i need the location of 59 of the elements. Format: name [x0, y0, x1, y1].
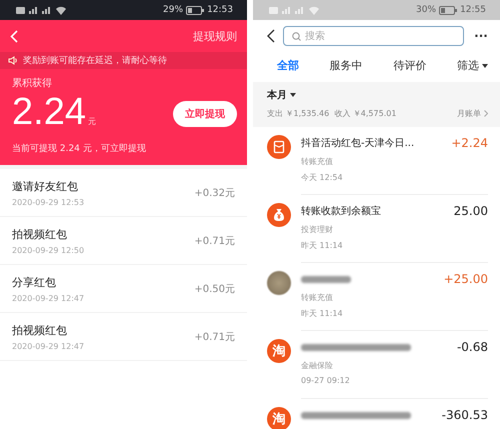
caret-icon — [482, 64, 488, 68]
search-icon — [292, 32, 301, 40]
filter-tab[interactable]: 待评价 — [393, 58, 426, 73]
record-amount: +0.50元 — [194, 283, 235, 296]
shop-icon: 淘 — [267, 339, 291, 363]
battery-level: 30% — [416, 5, 436, 15]
bill-time: 昨天 11:14 — [301, 308, 344, 319]
record-title: 邀请好友红包 — [12, 179, 79, 194]
battery-level: 29% — [163, 5, 184, 15]
record-time: 2020-09-29 12:50 — [12, 246, 84, 255]
shop-icon: 淘 — [267, 407, 291, 429]
battery-icon — [186, 6, 204, 14]
chevron-right-icon — [484, 110, 488, 117]
bill-category: 投资理财 — [301, 224, 334, 235]
bill-title: 抖音活动红包-天津今日... — [301, 136, 414, 150]
back-icon[interactable] — [267, 29, 275, 43]
bill-time: 09-27 09:12 — [301, 376, 351, 385]
record-time: 2020-09-29 12:47 — [12, 294, 84, 303]
record-amount: +0.32元 — [194, 187, 235, 200]
month-label[interactable]: 本月 — [267, 88, 287, 102]
filter-dropdown[interactable]: 筛选 — [456, 58, 488, 73]
bill-time: 昨天 11:14 — [301, 240, 344, 251]
record-amount: +0.71元 — [194, 331, 235, 344]
record-time: 2020-09-29 12:53 — [12, 198, 84, 207]
bill-time: 今天 12:54 — [301, 172, 344, 183]
notice-text: 奖励到账可能存在延迟，请耐心等待 — [23, 54, 167, 67]
filter-tab[interactable]: 服务中 — [330, 58, 363, 73]
envelope-icon — [267, 135, 291, 159]
total-label: 累积获得 — [12, 76, 53, 90]
signal-icons — [16, 6, 68, 14]
record-title: 分享红包 — [12, 275, 57, 290]
more-button[interactable]: ··· — [472, 29, 490, 43]
currency-unit: 元 — [88, 116, 96, 127]
bill-amount: -0.68 — [456, 340, 488, 354]
filter-tab[interactable]: 全部 — [277, 58, 299, 73]
money-bag-icon — [267, 203, 291, 227]
battery-icon — [439, 6, 458, 14]
bill-category: 转账充值 — [301, 156, 334, 167]
avatar — [267, 271, 291, 295]
clock: 12:55 — [460, 5, 486, 15]
total-amount: 2.24 — [12, 90, 86, 134]
bill-category: 转账充值 — [301, 292, 334, 303]
speaker-icon — [8, 56, 18, 65]
record-title: 拍视频红包 — [12, 323, 68, 338]
caret-icon — [290, 93, 296, 97]
record-title: 拍视频红包 — [12, 227, 68, 242]
month-summary: 支出 ￥1,535.46 收入 ￥4,575.01 — [267, 108, 396, 119]
bill-category: 金融保险 — [301, 360, 334, 371]
bill-title: 转账收款到余额宝 — [301, 204, 381, 218]
record-amount: +0.71元 — [194, 235, 235, 248]
withdraw-button[interactable]: 立即提现 — [173, 101, 237, 127]
bill-amount: 25.00 — [454, 204, 488, 218]
signal-icons — [269, 6, 321, 14]
record-time: 2020-09-29 12:47 — [12, 342, 84, 351]
clock: 12:53 — [207, 5, 233, 15]
bill-amount: +25.00 — [444, 272, 488, 286]
bill-amount: +2.24 — [451, 136, 488, 150]
withdraw-note: 当前可提现 2.24 元，可立即提现 — [12, 142, 147, 155]
bill-amount: -360.53 — [442, 408, 488, 422]
